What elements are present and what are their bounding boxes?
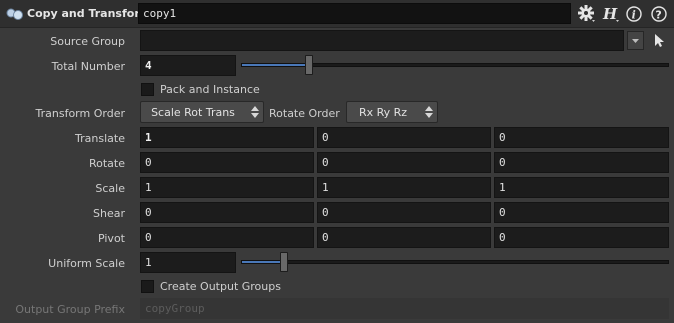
total-number-field[interactable]: 4 bbox=[140, 55, 236, 76]
updown-arrow-icon bbox=[251, 106, 259, 118]
translate-x-field[interactable]: 1 bbox=[140, 127, 314, 148]
rotate-order-value: Rx Ry Rz bbox=[358, 106, 408, 119]
create-output-groups-label: Create Output Groups bbox=[160, 280, 281, 293]
uniform-scale-field[interactable]: 1 bbox=[140, 252, 236, 273]
total-number-slider-fill bbox=[242, 64, 311, 66]
transform-order-menu[interactable]: Scale Rot Trans bbox=[140, 101, 264, 123]
pivot-x-field[interactable]: 0 bbox=[140, 227, 314, 248]
pack-instance-checkbox[interactable] bbox=[141, 83, 154, 96]
shear-y-field[interactable]: 0 bbox=[317, 202, 491, 223]
chevron-down-icon bbox=[632, 39, 639, 43]
translate-y-field[interactable]: 0 bbox=[317, 127, 491, 148]
transform-order-value: Scale Rot Trans bbox=[151, 106, 235, 119]
scale-label: Scale bbox=[95, 182, 125, 195]
houdini-h-icon[interactable]: H bbox=[601, 4, 621, 24]
total-number-slider-handle[interactable] bbox=[305, 55, 314, 75]
copy-node-icon bbox=[6, 8, 23, 20]
rotate-y-field[interactable]: 0 bbox=[317, 152, 491, 173]
pivot-label: Pivot bbox=[97, 232, 125, 245]
scale-y-field[interactable]: 1 bbox=[317, 177, 491, 198]
help-icon[interactable]: ? bbox=[649, 4, 669, 24]
rotate-order-label: Rotate Order bbox=[269, 107, 340, 120]
total-number-label: Total Number bbox=[51, 60, 125, 73]
create-output-groups-checkbox[interactable] bbox=[141, 280, 154, 293]
source-group-field[interactable] bbox=[140, 30, 624, 51]
rotate-order-menu[interactable]: Rx Ry Rz bbox=[346, 101, 438, 123]
select-arrow-icon[interactable] bbox=[652, 32, 666, 48]
shear-label: Shear bbox=[93, 207, 125, 220]
rotate-z-field[interactable]: 0 bbox=[494, 152, 669, 173]
node-name-field[interactable]: copy1 bbox=[138, 3, 571, 24]
source-group-label: Source Group bbox=[50, 35, 125, 48]
pivot-z-field[interactable]: 0 bbox=[494, 227, 669, 248]
uniform-scale-slider[interactable] bbox=[241, 260, 669, 264]
svg-text:i: i bbox=[632, 9, 636, 22]
uniform-scale-slider-fill bbox=[242, 261, 285, 263]
uniform-scale-slider-handle[interactable] bbox=[279, 252, 288, 272]
gear-icon[interactable] bbox=[577, 4, 597, 24]
transform-order-label: Transform Order bbox=[35, 107, 125, 120]
source-group-dropdown-button[interactable] bbox=[627, 31, 644, 50]
pivot-y-field[interactable]: 0 bbox=[317, 227, 491, 248]
translate-z-field[interactable]: 0 bbox=[494, 127, 669, 148]
rotate-x-field[interactable]: 0 bbox=[140, 152, 314, 173]
translate-label: Translate bbox=[75, 132, 125, 145]
updown-arrow-icon bbox=[425, 106, 433, 118]
shear-z-field[interactable]: 0 bbox=[494, 202, 669, 223]
node-type-label: Copy and Transform bbox=[27, 7, 152, 20]
rotate-label: Rotate bbox=[88, 157, 125, 170]
svg-text:?: ? bbox=[655, 9, 661, 22]
parameter-header: Copy and Transform copy1 H i ? bbox=[0, 0, 674, 28]
pack-instance-label: Pack and Instance bbox=[160, 83, 260, 96]
svg-text:H: H bbox=[602, 5, 618, 23]
output-group-prefix-field[interactable]: copyGroup bbox=[140, 298, 669, 319]
shear-x-field[interactable]: 0 bbox=[140, 202, 314, 223]
info-icon[interactable]: i bbox=[624, 4, 644, 24]
output-group-prefix-label: Output Group Prefix bbox=[15, 303, 125, 316]
scale-x-field[interactable]: 1 bbox=[140, 177, 314, 198]
uniform-scale-label: Uniform Scale bbox=[48, 257, 125, 270]
scale-z-field[interactable]: 1 bbox=[494, 177, 669, 198]
